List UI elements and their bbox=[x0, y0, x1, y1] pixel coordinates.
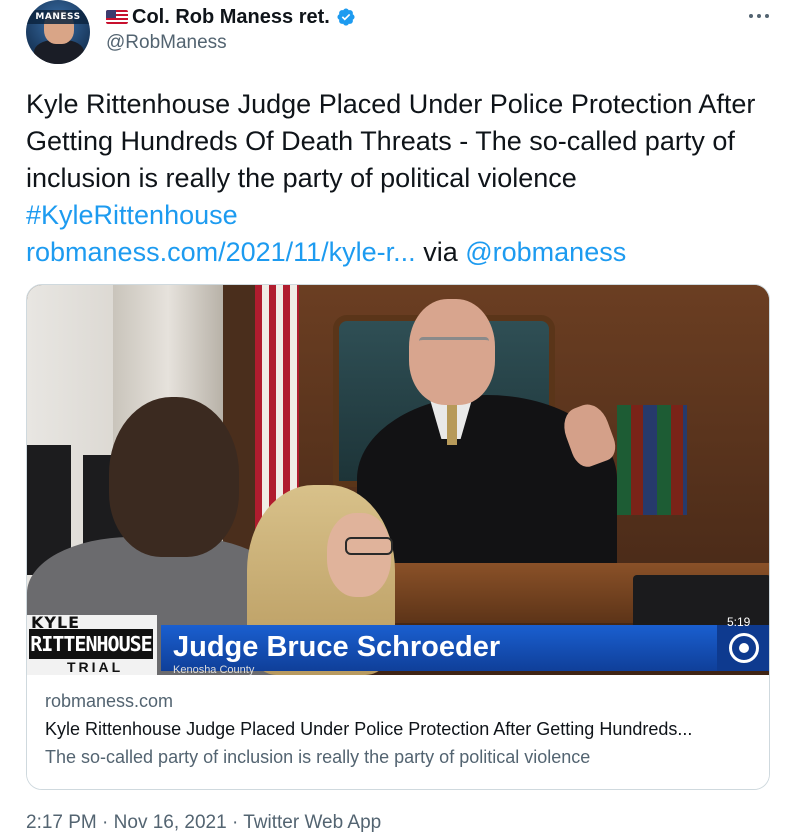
handle[interactable]: @RobManess bbox=[106, 32, 227, 54]
news-chyron: KYLE RITTENHOUSE TRIAL Judge Bruce Schro… bbox=[27, 615, 769, 676]
avatar-banner: MANESS bbox=[26, 10, 90, 24]
avatar[interactable]: MANESS bbox=[26, 0, 90, 64]
display-name[interactable]: Col. Rob Maness ret. bbox=[132, 6, 330, 29]
tweet-source[interactable]: Twitter Web App bbox=[243, 812, 381, 833]
chyron-subtitle: Kenosha County bbox=[173, 664, 255, 676]
tweet-meta: 2:17 PM · Nov 16, 2021 · Twitter Web App bbox=[26, 812, 381, 834]
judge-tie bbox=[447, 405, 457, 445]
card-info[interactable]: robmaness.com Kyle Rittenhouse Judge Pla… bbox=[27, 675, 769, 789]
woman-face bbox=[327, 513, 391, 597]
card-description: The so-called party of inclusion is real… bbox=[45, 747, 591, 767]
man-head bbox=[109, 397, 239, 557]
bookshelf bbox=[617, 405, 687, 515]
link-card[interactable]: KYLE RITTENHOUSE TRIAL Judge Bruce Schro… bbox=[26, 284, 770, 790]
verified-badge-icon bbox=[337, 8, 355, 26]
judge-glasses bbox=[419, 337, 489, 352]
card-domain: robmaness.com bbox=[45, 691, 174, 711]
woman-glasses bbox=[345, 537, 393, 555]
card-image[interactable]: KYLE RITTENHOUSE TRIAL Judge Bruce Schro… bbox=[27, 285, 769, 676]
card-title: Kyle Rittenhouse Judge Placed Under Poli… bbox=[45, 719, 693, 739]
meta-separator: · bbox=[102, 812, 109, 833]
via-label: via bbox=[423, 237, 458, 267]
tweet-time[interactable]: 2:17 PM bbox=[26, 812, 97, 833]
chyron-name: Judge Bruce Schroeder bbox=[173, 631, 501, 663]
tweet-text: Kyle Rittenhouse Judge Placed Under Poli… bbox=[26, 86, 776, 271]
trial-logo: KYLE RITTENHOUSE TRIAL bbox=[27, 615, 157, 675]
chyron-line2: RITTENHOUSE bbox=[29, 629, 153, 659]
mention-link[interactable]: @robmaness bbox=[465, 237, 626, 267]
more-options-icon[interactable] bbox=[744, 4, 774, 28]
us-flag-icon bbox=[106, 10, 128, 24]
chyron-line3: TRIAL bbox=[67, 659, 124, 675]
chyron-timestamp: 5:19 bbox=[727, 615, 751, 629]
meta-separator: · bbox=[231, 812, 239, 833]
hashtag-link[interactable]: #KyleRittenhouse bbox=[26, 200, 238, 230]
tweet: MANESS Col. Rob Maness ret. @RobManess K… bbox=[0, 0, 795, 840]
tweet-date[interactable]: Nov 16, 2021 bbox=[114, 812, 227, 833]
judge-head bbox=[409, 299, 495, 405]
author-name-row[interactable]: Col. Rob Maness ret. bbox=[106, 4, 356, 30]
cbs-eye-icon bbox=[717, 625, 769, 671]
tweet-body: Kyle Rittenhouse Judge Placed Under Poli… bbox=[26, 89, 756, 193]
url-link[interactable]: robmaness.com/2021/11/kyle-r... bbox=[26, 237, 416, 267]
